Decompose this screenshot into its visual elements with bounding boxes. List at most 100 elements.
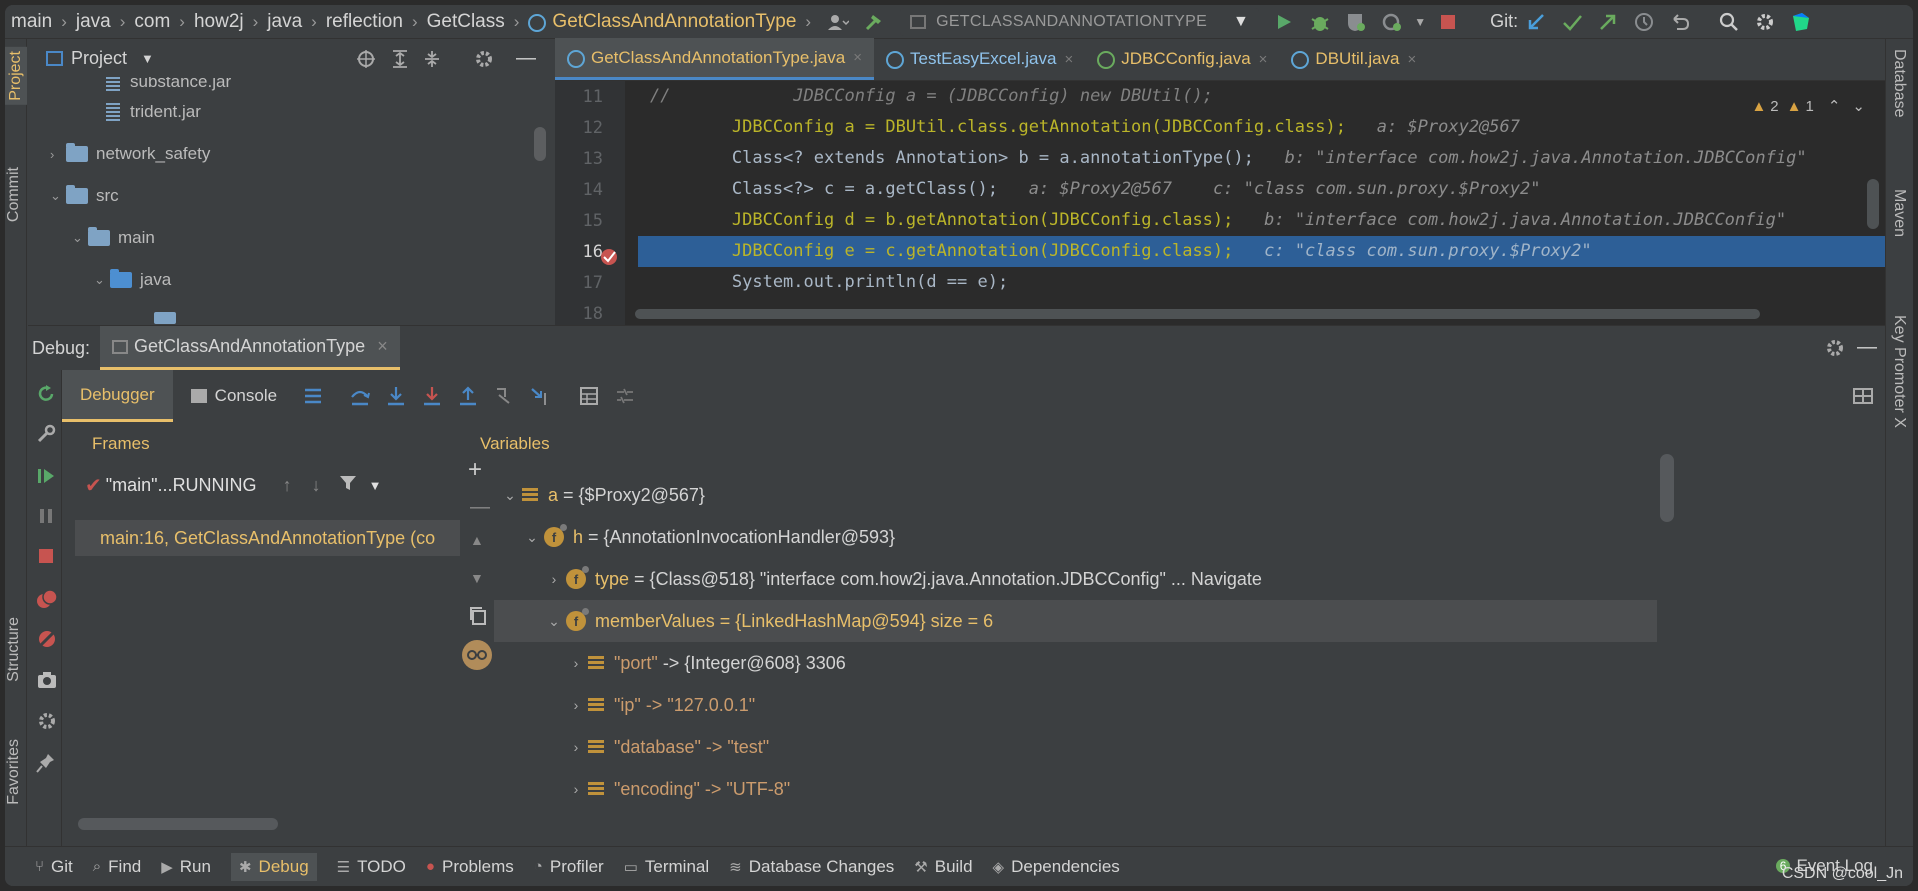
build-tool-button[interactable]: ⚒ Build [914,857,972,877]
chevron-down-icon[interactable]: ⌄ [50,188,66,204]
breadcrumb-item[interactable]: java [267,11,302,33]
run-icon[interactable] [1269,7,1299,37]
debug-session-tab[interactable]: GetClassAndAnnotationType × [100,326,400,370]
todo-tool-button[interactable]: ☰ TODO [337,857,406,877]
collapse-all-icon[interactable] [422,49,442,74]
user-icon[interactable] [823,7,853,37]
filter-icon[interactable] [339,474,357,497]
chevron-right-icon[interactable]: › [546,571,562,587]
database-tool-tab[interactable]: Database [1890,49,1908,118]
tree-item[interactable]: ⌄ src [50,181,119,211]
expand-all-icon[interactable] [390,49,410,74]
database-changes-tool-button[interactable]: ≋ Database Changes [729,857,894,877]
breadcrumb-item[interactable]: reflection [326,11,403,33]
chevron-right-icon[interactable]: › [568,739,584,755]
breadcrumb-item[interactable]: java [76,11,111,33]
pause-icon[interactable] [36,506,56,531]
tree-item[interactable]: ⌄ java [94,265,171,295]
drop-frame-icon[interactable] [489,381,519,411]
copy-icon[interactable] [468,606,488,631]
git-tool-button[interactable]: ⑂ Git [35,857,73,877]
run-to-cursor-icon[interactable] [525,381,555,411]
wrench-icon[interactable] [36,424,56,449]
step-out-icon[interactable] [453,381,483,411]
chevron-down-icon[interactable]: ⌄ [94,272,110,288]
more-run-options-icon[interactable]: ▼ [1414,15,1426,29]
problems-tool-button[interactable]: ● Problems [426,857,514,877]
arrow-up-icon[interactable]: ↑ [283,475,292,496]
stop-icon[interactable] [1433,7,1463,37]
search-icon[interactable] [1714,7,1744,37]
gear-icon[interactable] [1825,338,1845,363]
breadcrumb-item[interactable]: GetClass [427,11,505,33]
terminal-tool-button[interactable]: ▭ Terminal [624,857,709,877]
history-icon[interactable] [1629,7,1659,37]
close-icon[interactable]: × [1259,51,1268,68]
frames-scrollbar[interactable] [75,810,460,847]
thread-selector[interactable]: ✔ "main"...RUNNING ↑ ↓ ▼ [85,473,381,498]
chevron-down-icon[interactable]: ▼ [369,478,382,493]
inspection-widget[interactable]: ▲ 2 ▲ 1 ⌃ ⌄ [1751,97,1865,116]
glasses-icon[interactable] [462,640,492,670]
tab-console[interactable]: Console [173,370,295,422]
variable-row[interactable]: ⌄ f h = {AnnotationInvocationHandler@593} [494,516,1885,558]
close-icon[interactable]: × [377,336,388,357]
variable-row[interactable]: › f type = {Class@518} "interface com.how2… [494,558,1885,600]
minimize-icon[interactable]: — [516,47,536,70]
dependencies-tool-button[interactable]: ◈ Dependencies [993,857,1120,877]
profiler-tool-button[interactable]: ◔ Profiler [534,857,604,877]
chevron-right-icon[interactable]: › [568,781,584,797]
chevron-down-icon[interactable]: ⌄ [524,529,540,546]
trace-stream-icon[interactable] [610,381,640,411]
locate-icon[interactable] [356,49,376,74]
add-watch-icon[interactable]: + [468,456,482,484]
code-view[interactable]: // JDBCConfig a = (JDBCConfig) new DBUti… [638,81,1885,306]
project-panel-title[interactable]: Project [71,48,127,69]
git-push-icon[interactable] [1593,7,1623,37]
tree-item[interactable]: › network_safety [50,139,210,169]
move-down-icon[interactable]: ▼ [470,570,484,586]
rollback-icon[interactable] [1665,7,1695,37]
close-icon[interactable]: × [1064,51,1073,68]
pin-icon[interactable] [36,752,56,779]
structure-tool-tab[interactable]: Structure [5,617,23,682]
editor-tab[interactable]: JDBCConfig.java × [1085,38,1279,80]
key-promoter-tool-tab[interactable]: Key Promoter X [1890,315,1908,428]
run-tool-button[interactable]: ▶ Run [161,857,211,877]
build-hammer-icon[interactable] [859,7,889,37]
find-tool-button[interactable]: ⌕ Find [93,857,141,877]
vertical-scrollbar[interactable] [1867,179,1879,229]
project-tool-tab[interactable]: Project [5,47,27,105]
variable-row[interactable]: › "encoding" -> "UTF-8" [494,768,1885,810]
view-breakpoints-icon[interactable] [36,588,58,615]
evaluate-expression-icon[interactable] [574,381,604,411]
git-commit-icon[interactable] [1557,7,1587,37]
chevron-down-icon[interactable]: ⌄ [1852,97,1865,115]
remove-watch-icon[interactable]: — [470,496,490,519]
debug-tool-button[interactable]: ✱ Debug [230,852,317,881]
gear-icon[interactable] [474,49,494,74]
settings-gear-icon[interactable] [1750,7,1780,37]
step-into-icon[interactable] [381,381,411,411]
run-configuration-select[interactable]: GETCLASSANDANNOTATIONTYPE ▼ [900,7,1260,36]
breadcrumb-item[interactable]: main [11,11,52,33]
favorites-tool-tab[interactable]: Favorites [5,739,23,805]
tree-item[interactable]: substance.jar [106,77,231,97]
variable-row[interactable]: ⌄ a = {$Proxy2@567} [494,474,1885,516]
chevron-right-icon[interactable]: › [50,147,66,162]
horizontal-scrollbar[interactable] [635,309,1760,319]
settings-icon[interactable] [36,710,58,737]
breadcrumb-item[interactable]: com [134,11,170,33]
tab-debugger[interactable]: Debugger [62,370,173,422]
chevron-down-icon[interactable]: ⌄ [72,230,88,246]
close-icon[interactable]: × [853,49,862,66]
variable-row-selected[interactable]: ⌄ f memberValues = {LinkedHashMap@594} siz… [494,600,1657,642]
breakpoint-icon[interactable] [599,247,619,272]
move-up-icon[interactable]: ▲ [470,532,484,548]
tree-item[interactable]: trident.jar [106,97,201,127]
editor-tab[interactable]: DBUtil.java × [1279,38,1428,80]
step-over-icon[interactable] [345,381,375,411]
menu-lines-icon[interactable] [298,381,328,411]
jetbrains-toolbox-icon[interactable] [1786,7,1816,37]
variable-row[interactable]: › "ip" -> "127.0.0.1" [494,684,1885,726]
